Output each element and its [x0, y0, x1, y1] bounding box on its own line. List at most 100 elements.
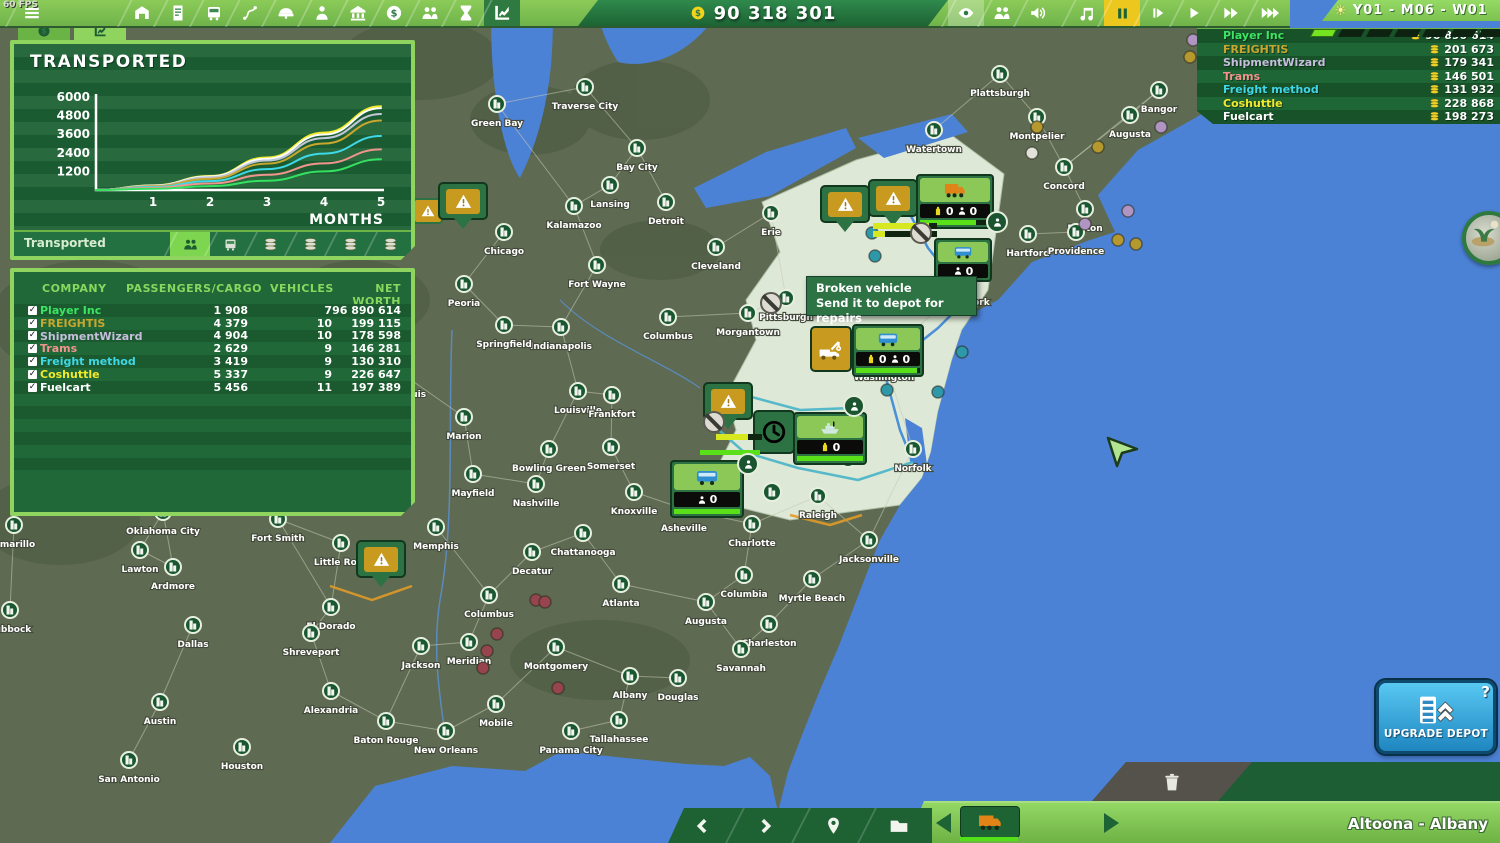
- svg-text:Augusta: Augusta: [1109, 130, 1151, 140]
- vehicle-dot[interactable]: [1122, 205, 1134, 217]
- depot-folder-button[interactable]: [866, 808, 932, 843]
- metric-passengers-tab[interactable]: [170, 232, 210, 256]
- vehicle-dot[interactable]: [1112, 234, 1124, 246]
- table-row[interactable]: ✓Player Inc1 908796 890 614: [14, 304, 411, 317]
- table-row-empty: [14, 432, 411, 445]
- bus-icon: [683, 466, 731, 488]
- next-vehicle-button[interactable]: [1104, 813, 1119, 833]
- leaderboard-row[interactable]: ShipmentWizard179 341: [1197, 56, 1500, 70]
- vehicle-dot[interactable]: [1184, 51, 1196, 63]
- week-progress: [1312, 22, 1500, 41]
- leaderboard-row[interactable]: Fuelcart198 273: [1197, 110, 1500, 124]
- svg-text:San Antonio: San Antonio: [98, 775, 160, 785]
- company-visibility-checkbox[interactable]: ✓: [28, 306, 37, 315]
- pause-icon: [1115, 6, 1130, 21]
- company-visibility-checkbox[interactable]: ✓: [28, 357, 37, 366]
- table-row[interactable]: ✓ShipmentWizard4 90410178 598: [14, 330, 411, 343]
- person-icon: [992, 217, 1003, 228]
- no-entry-marker: [910, 222, 932, 244]
- progress-segment: [1338, 29, 1365, 37]
- passenger-count: 0: [970, 205, 978, 218]
- vehicle-dot[interactable]: [539, 596, 551, 608]
- metric-profit-tab[interactable]: [330, 232, 370, 256]
- route-progress-bar: [716, 434, 762, 440]
- vehicle-dot[interactable]: [881, 384, 893, 396]
- chart-title: TRANSPORTED: [30, 52, 187, 72]
- metric-vehicles-tab[interactable]: [210, 232, 250, 256]
- table-row[interactable]: ✓FREIGHTIS4 37910199 115: [14, 317, 411, 330]
- vehicle-dot[interactable]: [552, 682, 564, 694]
- wait-time-button[interactable]: [753, 410, 795, 454]
- broken-vehicle-tooltip: Broken vehicle Send it to depot for repa…: [806, 276, 977, 316]
- column-header: PASSENGERS/CARGO: [126, 282, 248, 295]
- table-row[interactable]: ✓Fuelcart5 45611197 389: [14, 381, 411, 394]
- passenger-stop-marker[interactable]: [843, 395, 865, 417]
- vehicle-dot[interactable]: [1092, 141, 1104, 153]
- warning-icon: [364, 547, 398, 572]
- vehicle-dot[interactable]: [932, 386, 944, 398]
- speed-4-button[interactable]: [1250, 0, 1290, 26]
- vehicle-dot[interactable]: [481, 645, 493, 657]
- vehicle-card[interactable]: 00: [852, 324, 924, 377]
- vehicle-dot[interactable]: [1079, 218, 1091, 230]
- leaderboard-row[interactable]: Coshuttle228 868: [1197, 97, 1500, 111]
- svg-text:Concord: Concord: [1043, 182, 1085, 192]
- vehicle-dot[interactable]: [477, 662, 489, 674]
- company-visibility-checkbox[interactable]: ✓: [28, 344, 37, 353]
- metric-expenses-tab[interactable]: [290, 232, 330, 256]
- help-badge[interactable]: ?: [1481, 683, 1490, 701]
- passenger-stop-marker[interactable]: [986, 211, 1008, 233]
- metric-value-tab[interactable]: [370, 232, 411, 256]
- svg-text:Memphis: Memphis: [413, 542, 459, 552]
- tow-truck-button[interactable]: [810, 326, 852, 372]
- sound-button[interactable]: [1020, 0, 1056, 26]
- company-visibility-checkbox[interactable]: ✓: [28, 319, 37, 328]
- transported-chart: 6000480036002400120012345 MONTHS: [14, 72, 411, 230]
- warning-icon: [446, 189, 480, 214]
- vehicle-dot[interactable]: [869, 250, 881, 262]
- table-row[interactable]: ✓Freight method3 4199130 310: [14, 355, 411, 368]
- metric-income-tab[interactable]: [250, 232, 290, 256]
- leaderboard-row[interactable]: Freight method131 932: [1197, 83, 1500, 97]
- vehicle-dot[interactable]: [1026, 147, 1038, 159]
- vehicle-dot[interactable]: [956, 346, 968, 358]
- vehicle-dot[interactable]: [491, 628, 503, 640]
- locate-button[interactable]: [800, 808, 866, 843]
- table-row[interactable]: ✓Coshuttle5 3379226 647: [14, 368, 411, 381]
- networth-value: 197 389: [314, 381, 401, 394]
- warning-badge[interactable]: [820, 185, 870, 223]
- vehicle-card[interactable]: 00: [916, 174, 994, 229]
- vehicle-card[interactable]: 0: [793, 412, 867, 465]
- play-step-icon: [1151, 6, 1165, 20]
- vehicle-dot[interactable]: [1031, 121, 1043, 133]
- company-money: 146 501: [1429, 70, 1494, 83]
- warning-badge[interactable]: [868, 179, 918, 217]
- leaderboard-row[interactable]: Trams146 501: [1197, 70, 1500, 84]
- warning-badge[interactable]: [356, 540, 406, 578]
- money-value: 90 318 301: [714, 3, 837, 24]
- passenger-count: 0: [903, 353, 911, 366]
- svg-text:Jackson: Jackson: [401, 661, 441, 671]
- game-screen: Traverse CityGreen BayBay CityPlattsburg…: [0, 0, 1500, 843]
- progress-segment: [1478, 29, 1500, 37]
- vehicle-dot[interactable]: [1155, 121, 1167, 133]
- company-money: 179 341: [1429, 56, 1494, 69]
- history-forward-button[interactable]: [734, 808, 800, 843]
- warning-badge[interactable]: [438, 182, 488, 220]
- toolbar-statistics-button[interactable]: [484, 0, 520, 26]
- company-visibility-checkbox[interactable]: ✓: [28, 331, 37, 340]
- company-money: 198 273: [1429, 110, 1494, 123]
- selected-vehicle-button[interactable]: [960, 806, 1020, 838]
- vehicle-card[interactable]: 0: [670, 460, 744, 518]
- upgrade-depot-button[interactable]: ? UPGRADE DEPOT: [1376, 680, 1496, 754]
- passenger-stop-marker[interactable]: [737, 453, 759, 475]
- vehicle-dot[interactable]: [1130, 238, 1142, 250]
- networth-value: 226 647: [314, 368, 401, 381]
- leaderboard-row[interactable]: FREIGHTIS201 673: [1197, 43, 1500, 57]
- company-visibility-checkbox[interactable]: ✓: [28, 383, 37, 392]
- people-icon: [993, 4, 1011, 22]
- table-row[interactable]: ✓Trams2 6299146 281: [14, 342, 411, 355]
- company-name: Trams: [40, 342, 77, 355]
- prev-vehicle-button[interactable]: [936, 813, 951, 833]
- company-visibility-checkbox[interactable]: ✓: [28, 370, 37, 379]
